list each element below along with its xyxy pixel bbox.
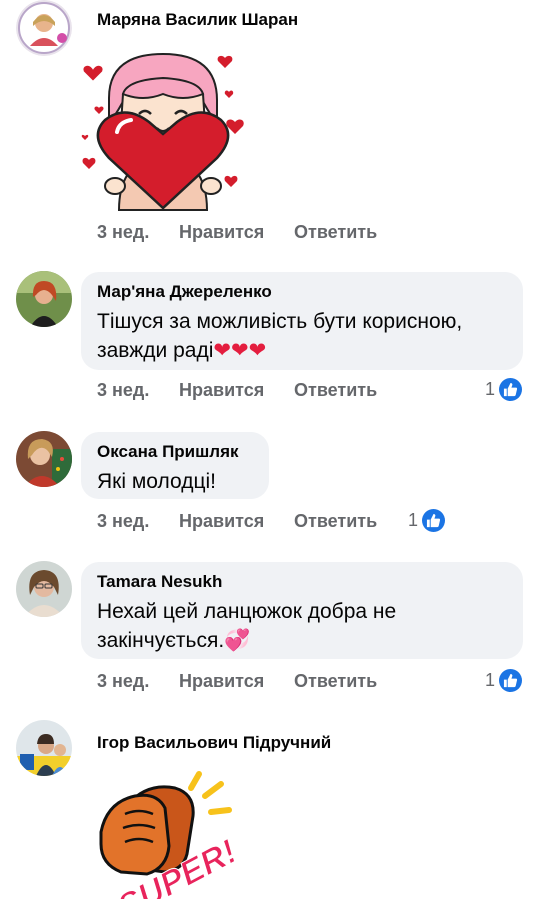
like-button[interactable]: Нравится: [179, 222, 264, 243]
avatar[interactable]: [16, 431, 72, 487]
reaction-number: 1: [485, 669, 496, 690]
comment-meta: 3 нед. Нравится Ответить: [97, 669, 377, 693]
thumbs-up-icon: [499, 377, 523, 401]
reply-button[interactable]: Ответить: [294, 380, 377, 401]
comment-text-part: завжди раді: [97, 339, 214, 362]
reaction-count[interactable]: 1: [485, 667, 523, 693]
comment-meta: 3 нед. Нравится Ответить: [97, 220, 377, 244]
reaction-number: 1: [408, 509, 419, 530]
comment-text: Тішуся за можливість бути корисною, завж…: [97, 307, 507, 365]
reply-button[interactable]: Ответить: [294, 511, 377, 532]
reply-button[interactable]: Ответить: [294, 222, 377, 243]
girl-heart-sticker: [79, 50, 249, 214]
thumbs-up-icon: [499, 668, 523, 692]
heart-emoji: ❤❤❤: [213, 339, 267, 362]
comment-author[interactable]: Маряна Василик Шаран: [97, 10, 298, 30]
comment-meta: 3 нед. Нравится Ответить: [97, 378, 377, 402]
comment-text-part: закінчується.: [97, 629, 225, 652]
comment-time[interactable]: 3 нед.: [97, 671, 149, 692]
avatar[interactable]: [16, 720, 72, 776]
reply-button[interactable]: Ответить: [294, 671, 377, 692]
like-button[interactable]: Нравится: [179, 511, 264, 532]
comment-author[interactable]: Мар'яна Джереленко: [97, 282, 507, 302]
comment-author[interactable]: Оксана Пришляк: [97, 442, 253, 462]
comment-text-line: Тішуся за можливість бути корисною,: [97, 310, 463, 333]
comment-bubble: Tamara Nesukh Нехай цей ланцюжок добра н…: [81, 562, 523, 659]
comment-text-line: закінчується.💞: [97, 626, 507, 655]
comment-time[interactable]: 3 нед.: [97, 380, 149, 401]
super-clap-sticker: SUPER!: [95, 768, 243, 904]
comment-bubble: Оксана Пришляк Які молодці!: [81, 432, 269, 499]
comment-text: Нехай цей ланцюжок добра не закінчується…: [97, 597, 507, 655]
avatar[interactable]: [16, 561, 72, 617]
comment-text: Які молодці!: [97, 470, 216, 493]
comment-text-line: Нехай цей ланцюжок добра не: [97, 600, 397, 623]
comment-meta: 3 нед. Нравится Ответить: [97, 509, 377, 533]
comment-author[interactable]: Ігор Васильович Підручний: [97, 733, 331, 753]
reaction-number: 1: [485, 378, 496, 399]
avatar[interactable]: [16, 0, 72, 56]
comment-time[interactable]: 3 нед.: [97, 222, 149, 243]
comment-time[interactable]: 3 нед.: [97, 511, 149, 532]
like-button[interactable]: Нравится: [179, 380, 264, 401]
reaction-count[interactable]: 1: [408, 507, 446, 533]
comment-bubble: Мар'яна Джереленко Тішуся за можливість …: [81, 272, 523, 370]
comment-author[interactable]: Tamara Nesukh: [97, 572, 507, 592]
hearts-emoji: 💞: [224, 629, 251, 652]
avatar[interactable]: [16, 271, 72, 327]
comment-text-line: завжди раді❤❤❤: [97, 336, 507, 365]
thumbs-up-icon: [422, 508, 446, 532]
like-button[interactable]: Нравится: [179, 671, 264, 692]
reaction-count[interactable]: 1: [485, 376, 523, 402]
